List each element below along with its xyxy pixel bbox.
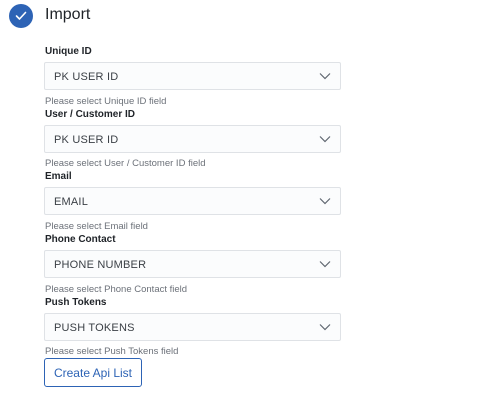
phone-contact-value: PHONE NUMBER [54, 259, 147, 271]
chevron-down-icon [319, 198, 331, 205]
phone-contact-select[interactable]: PHONE NUMBER [44, 250, 341, 278]
user-customer-id-value: PK USER ID [54, 134, 119, 146]
user-customer-id-select[interactable]: PK USER ID [44, 125, 341, 153]
email-value: EMAIL [54, 196, 89, 208]
unique-id-select[interactable]: PK USER ID [44, 62, 341, 90]
push-tokens-help: Please select Push Tokens field [45, 346, 179, 357]
chevron-down-icon [319, 324, 331, 331]
unique-id-label: Unique ID [45, 46, 92, 57]
create-api-list-button[interactable]: Create Api List [44, 358, 142, 387]
unique-id-help: Please select Unique ID field [45, 96, 167, 107]
email-label: Email [45, 171, 72, 182]
import-header: Import [0, 0, 481, 34]
push-tokens-label: Push Tokens [45, 297, 107, 308]
email-select[interactable]: EMAIL [44, 187, 341, 215]
phone-contact-label: Phone Contact [45, 234, 116, 245]
push-tokens-select[interactable]: PUSH TOKENS [44, 313, 341, 341]
checkmark-icon [9, 4, 33, 28]
email-help: Please select Email field [45, 221, 148, 232]
unique-id-value: PK USER ID [54, 71, 119, 83]
chevron-down-icon [319, 73, 331, 80]
user-customer-id-label: User / Customer ID [45, 109, 136, 120]
phone-contact-help: Please select Phone Contact field [45, 284, 188, 295]
chevron-down-icon [319, 136, 331, 143]
chevron-down-icon [319, 261, 331, 268]
page-title: Import [45, 6, 91, 23]
push-tokens-value: PUSH TOKENS [54, 322, 135, 334]
user-customer-id-help: Please select User / Customer ID field [45, 158, 206, 169]
